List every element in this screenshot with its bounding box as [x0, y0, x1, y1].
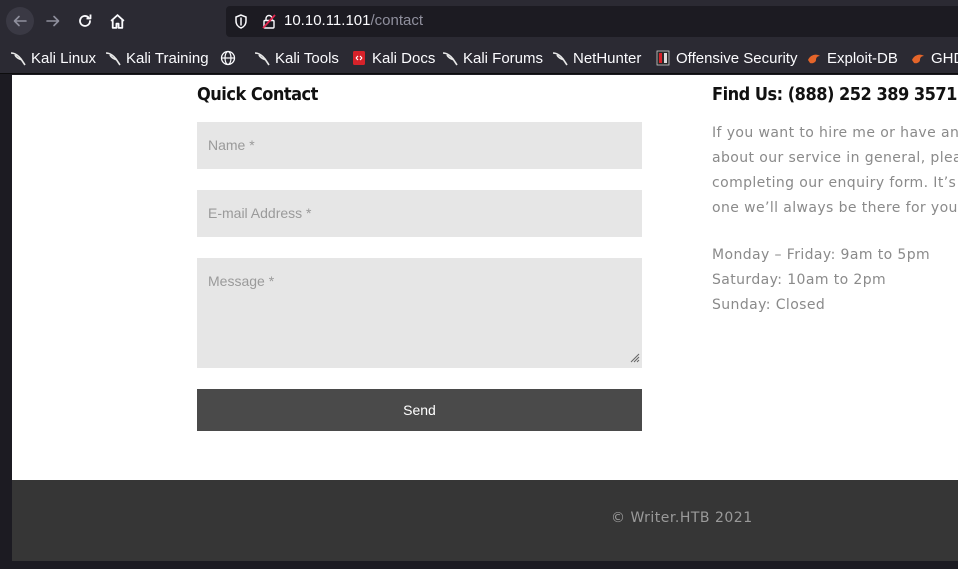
bookmark-label: GHD [931, 49, 958, 67]
message-placeholder: Message * [208, 273, 275, 289]
bookmark-globe[interactable] [220, 49, 241, 67]
kali-dragon-icon [10, 50, 26, 66]
bookmark-label: NetHunter [573, 49, 642, 67]
reload-icon [79, 14, 92, 27]
hours-line: Sunday: Closed [712, 297, 826, 313]
exploitdb-icon [910, 50, 926, 66]
hours-line: Monday – Friday: 9am to 5pm [712, 247, 931, 263]
intro-line: about our service in general, pleas [712, 150, 958, 166]
quick-contact-heading: Quick Contact [197, 84, 318, 105]
kali-dragon-icon [442, 50, 458, 66]
bookmark-kali-linux[interactable]: Kali Linux [10, 49, 96, 67]
contact-intro-text: If you want to hire me or have any about… [712, 121, 958, 221]
bookmark-label: Offensive Security [676, 49, 798, 67]
intro-line: one we’ll always be there for you. [712, 200, 958, 216]
url-text[interactable]: 10.10.11.101/contact [284, 12, 423, 29]
shield-icon[interactable] [234, 14, 248, 33]
exploitdb-icon [806, 50, 822, 66]
opening-hours: Monday – Friday: 9am to 5pm Saturday: 10… [712, 243, 930, 318]
kali-dragon-icon [254, 50, 270, 66]
insecure-lock-icon[interactable] [262, 14, 276, 33]
bookmark-exploit-db[interactable]: Exploit-DB [806, 49, 898, 67]
kali-docs-icon [351, 50, 367, 66]
back-button[interactable] [6, 7, 34, 35]
arrow-left-icon [13, 15, 27, 27]
message-field[interactable]: Message * [197, 258, 642, 368]
bookmarks-bar: Kali Linux Kali Training Kali Tools Kali… [0, 42, 958, 74]
resize-handle-icon[interactable] [630, 350, 640, 366]
arrow-right-icon [46, 15, 60, 27]
offsec-icon [655, 50, 671, 66]
find-us-heading: Find Us: (888) 252 389 3571 [712, 84, 957, 105]
globe-icon [220, 50, 236, 66]
site-footer: © Writer.HTB 2021 [12, 480, 958, 561]
bookmark-label: Kali Linux [31, 49, 97, 67]
intro-line: If you want to hire me or have any [712, 125, 958, 141]
url-bar[interactable]: 10.10.11.101/contact [226, 6, 958, 37]
bookmark-offensive-security[interactable]: Offensive Security [655, 49, 797, 67]
bookmark-kali-forums[interactable]: Kali Forums [442, 49, 543, 67]
reload-button[interactable] [71, 7, 99, 35]
bookmark-label: Kali Docs [372, 49, 436, 67]
name-placeholder: Name * [208, 137, 255, 153]
home-icon [110, 13, 124, 29]
intro-line: completing our enquiry form. It’s b [712, 175, 958, 191]
kali-dragon-icon [105, 50, 121, 66]
url-path: /contact [370, 12, 424, 29]
bookmark-label: Kali Training [126, 49, 209, 67]
email-placeholder: E-mail Address * [208, 205, 312, 221]
url-host: 10.10.11.101 [284, 12, 371, 29]
bookmark-kali-training[interactable]: Kali Training [105, 49, 209, 67]
bookmark-label: Kali Forums [463, 49, 544, 67]
page-viewport: Quick Contact Name * E-mail Address * Me… [0, 75, 958, 569]
forward-button[interactable] [39, 7, 67, 35]
home-button[interactable] [103, 7, 131, 35]
name-field[interactable]: Name * [197, 122, 642, 169]
browser-toolbar: 10.10.11.101/contact [0, 0, 958, 42]
send-button[interactable]: Send [197, 389, 642, 431]
hours-line: Saturday: 10am to 2pm [712, 272, 887, 288]
bookmark-nethunter[interactable]: NetHunter [552, 49, 641, 67]
bookmark-kali-docs[interactable]: Kali Docs [351, 49, 435, 67]
bookmark-ghdb[interactable]: GHD [910, 49, 958, 67]
bookmark-label: Kali Tools [275, 49, 339, 67]
bookmark-kali-tools[interactable]: Kali Tools [254, 49, 339, 67]
email-field[interactable]: E-mail Address * [197, 190, 642, 237]
copyright-text: © Writer.HTB 2021 [611, 510, 753, 526]
bookmark-label: Exploit-DB [827, 49, 898, 67]
kali-dragon-icon [552, 50, 568, 66]
contact-section: Quick Contact Name * E-mail Address * Me… [12, 75, 958, 480]
